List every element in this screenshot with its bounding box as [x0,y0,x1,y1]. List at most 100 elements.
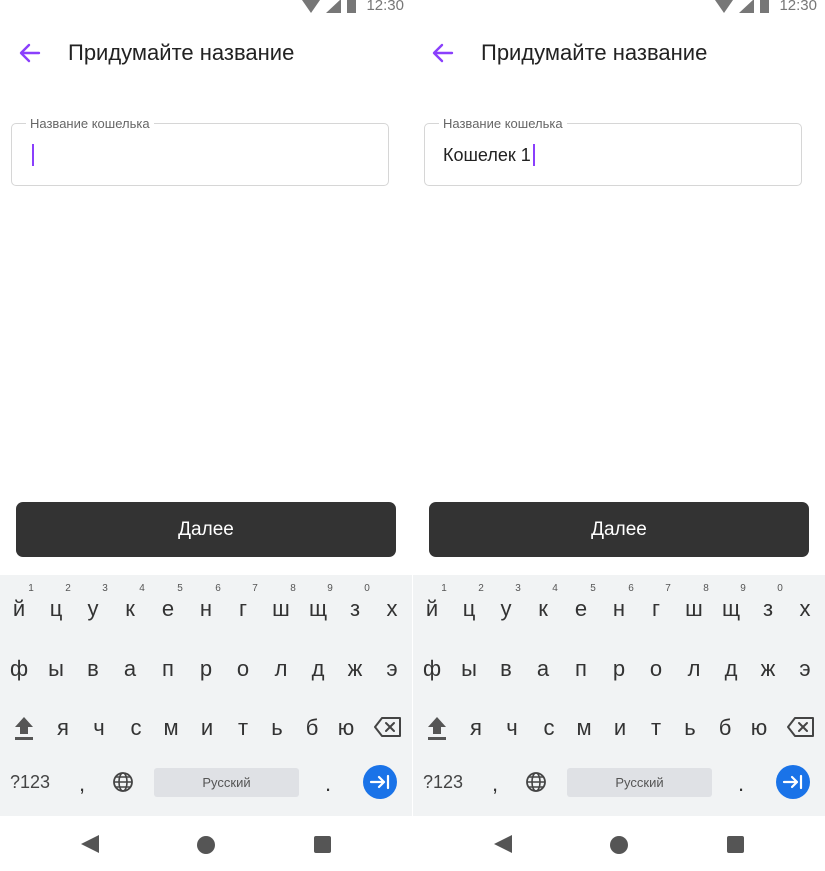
space-key[interactable]: Русский [567,768,712,797]
key-г[interactable]: г [229,596,257,622]
wallet-name-label: Название кошелька [439,116,567,131]
comma-key[interactable]: , [483,771,507,797]
key-ш[interactable]: ш [680,596,708,622]
nav-back-icon[interactable] [81,835,99,853]
key-я[interactable]: я [462,715,490,741]
globe-icon[interactable] [111,770,135,794]
back-arrow-icon[interactable] [430,40,456,66]
space-key[interactable]: Русский [154,768,299,797]
key-з[interactable]: з [341,596,369,622]
key-т[interactable]: т [642,715,670,741]
key-а[interactable]: а [116,656,144,682]
key-ф[interactable]: ф [5,656,33,682]
key-hint-1: 1 [28,583,34,594]
key-д[interactable]: д [717,656,745,682]
key-ю[interactable]: ю [745,715,773,741]
key-ь[interactable]: ь [263,715,291,741]
wallet-name-field[interactable]: Название кошелька Кошелек 1 [424,116,802,186]
period-key[interactable]: . [729,771,753,797]
key-в[interactable]: в [492,656,520,682]
key-у[interactable]: у [79,596,107,622]
key-я[interactable]: я [49,715,77,741]
key-ц[interactable]: ц [455,596,483,622]
key-о[interactable]: о [229,656,257,682]
comma-key[interactable]: , [70,771,94,797]
key-в[interactable]: в [79,656,107,682]
key-hint-0: 0 [364,583,370,594]
key-ч[interactable]: ч [498,715,526,741]
key-щ[interactable]: щ [717,596,745,622]
key-й[interactable]: й [418,596,446,622]
tab-arrow-icon [369,774,390,790]
key-hint-7: 7 [665,583,671,594]
shift-icon[interactable] [12,714,36,742]
wallet-name-field[interactable]: Название кошелька [11,116,389,186]
key-е[interactable]: е [567,596,595,622]
key-ш[interactable]: ш [267,596,295,622]
nav-home-icon[interactable] [610,836,628,854]
key-х[interactable]: х [378,596,406,622]
key-ф[interactable]: ф [418,656,446,682]
nav-bar [413,816,825,871]
key-р[interactable]: р [605,656,633,682]
key-hint-9: 9 [327,583,333,594]
key-м[interactable]: м [570,715,598,741]
backspace-icon[interactable] [373,715,403,739]
key-к[interactable]: к [116,596,144,622]
key-с[interactable]: с [122,715,150,741]
key-м[interactable]: м [157,715,185,741]
key-э[interactable]: э [791,656,819,682]
key-б[interactable]: б [298,715,326,741]
key-о[interactable]: о [642,656,670,682]
symbols-key[interactable]: ?123 [10,772,50,793]
nav-back-icon[interactable] [494,835,512,853]
key-л[interactable]: л [680,656,708,682]
key-ы[interactable]: ы [455,656,483,682]
key-б[interactable]: б [711,715,739,741]
key-и[interactable]: и [606,715,634,741]
nav-recents-icon[interactable] [314,836,331,853]
key-ы[interactable]: ы [42,656,70,682]
key-hint-2: 2 [65,583,71,594]
enter-key[interactable] [776,765,810,799]
key-е[interactable]: е [154,596,182,622]
key-а[interactable]: а [529,656,557,682]
key-з[interactable]: з [754,596,782,622]
key-н[interactable]: н [605,596,633,622]
key-к[interactable]: к [529,596,557,622]
backspace-icon[interactable] [786,715,816,739]
wallet-name-input[interactable] [30,142,370,168]
key-г[interactable]: г [642,596,670,622]
key-ж[interactable]: ж [341,656,369,682]
shift-icon[interactable] [425,714,449,742]
key-р[interactable]: р [192,656,220,682]
period-key[interactable]: . [316,771,340,797]
key-щ[interactable]: щ [304,596,332,622]
key-п[interactable]: п [154,656,182,682]
key-т[interactable]: т [229,715,257,741]
key-ч[interactable]: ч [85,715,113,741]
key-ц[interactable]: ц [42,596,70,622]
key-у[interactable]: у [492,596,520,622]
enter-key[interactable] [363,765,397,799]
globe-icon[interactable] [524,770,548,794]
key-ь[interactable]: ь [676,715,704,741]
key-с[interactable]: с [535,715,563,741]
nav-recents-icon[interactable] [727,836,744,853]
key-х[interactable]: х [791,596,819,622]
key-н[interactable]: н [192,596,220,622]
symbols-key[interactable]: ?123 [423,772,463,793]
key-ж[interactable]: ж [754,656,782,682]
key-ю[interactable]: ю [332,715,360,741]
next-button[interactable]: Далее [16,502,396,557]
key-й[interactable]: й [5,596,33,622]
key-д[interactable]: д [304,656,332,682]
back-arrow-icon[interactable] [17,40,43,66]
key-и[interactable]: и [193,715,221,741]
next-button[interactable]: Далее [429,502,809,557]
key-л[interactable]: л [267,656,295,682]
key-э[interactable]: э [378,656,406,682]
wallet-name-input[interactable]: Кошелек 1 [443,142,783,168]
key-п[interactable]: п [567,656,595,682]
nav-home-icon[interactable] [197,836,215,854]
